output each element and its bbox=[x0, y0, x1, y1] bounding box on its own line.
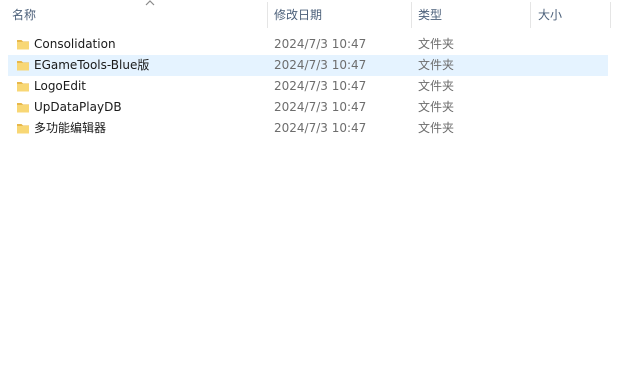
folder-icon bbox=[17, 61, 29, 71]
file-date: 2024/7/3 10:47 bbox=[274, 37, 367, 51]
column-header-date[interactable]: 修改日期 bbox=[274, 0, 409, 30]
file-date: 2024/7/3 10:47 bbox=[274, 79, 367, 93]
column-header-size-label: 大小 bbox=[538, 8, 563, 22]
column-header-type[interactable]: 类型 bbox=[418, 0, 528, 30]
column-divider[interactable] bbox=[411, 2, 412, 28]
list-item[interactable]: EGameTools-Blue版 2024/7/3 10:47 文件夹 bbox=[0, 55, 620, 76]
list-item[interactable]: Consolidation 2024/7/3 10:47 文件夹 bbox=[0, 34, 620, 55]
file-date: 2024/7/3 10:47 bbox=[274, 121, 367, 135]
column-header-name-label: 名称 bbox=[12, 8, 37, 22]
folder-icon bbox=[17, 40, 29, 50]
file-name: LogoEdit bbox=[34, 79, 87, 93]
sort-ascending-icon bbox=[145, 0, 155, 6]
list-item[interactable]: LogoEdit 2024/7/3 10:47 文件夹 bbox=[0, 76, 620, 97]
file-list-view: 名称 修改日期 类型 大小 Consolidation 2024/7/3 10:… bbox=[0, 0, 620, 377]
column-header-name[interactable]: 名称 bbox=[12, 0, 267, 30]
file-type: 文件夹 bbox=[418, 79, 455, 93]
list-item[interactable]: UpDataPlayDB 2024/7/3 10:47 文件夹 bbox=[0, 97, 620, 118]
file-type: 文件夹 bbox=[418, 58, 455, 72]
file-date: 2024/7/3 10:47 bbox=[274, 58, 367, 72]
column-divider[interactable] bbox=[267, 2, 268, 28]
file-date: 2024/7/3 10:47 bbox=[274, 100, 367, 114]
folder-icon bbox=[17, 82, 29, 92]
column-header-date-label: 修改日期 bbox=[274, 8, 323, 22]
column-divider[interactable] bbox=[610, 2, 611, 28]
column-header-size[interactable]: 大小 bbox=[538, 0, 608, 30]
file-type: 文件夹 bbox=[418, 100, 455, 114]
folder-icon bbox=[17, 124, 29, 134]
file-name: Consolidation bbox=[34, 37, 116, 51]
file-name: 多功能编辑器 bbox=[34, 121, 107, 135]
list-item[interactable]: 多功能编辑器 2024/7/3 10:47 文件夹 bbox=[0, 118, 620, 139]
file-list: Consolidation 2024/7/3 10:47 文件夹 EGameTo… bbox=[0, 34, 620, 139]
file-type: 文件夹 bbox=[418, 37, 455, 51]
file-type: 文件夹 bbox=[418, 121, 455, 135]
folder-icon bbox=[17, 103, 29, 113]
column-header-type-label: 类型 bbox=[418, 8, 443, 22]
file-name: UpDataPlayDB bbox=[34, 100, 122, 114]
file-name: EGameTools-Blue版 bbox=[34, 58, 150, 72]
column-header-bar: 名称 修改日期 类型 大小 bbox=[0, 0, 620, 30]
column-divider[interactable] bbox=[530, 2, 531, 28]
